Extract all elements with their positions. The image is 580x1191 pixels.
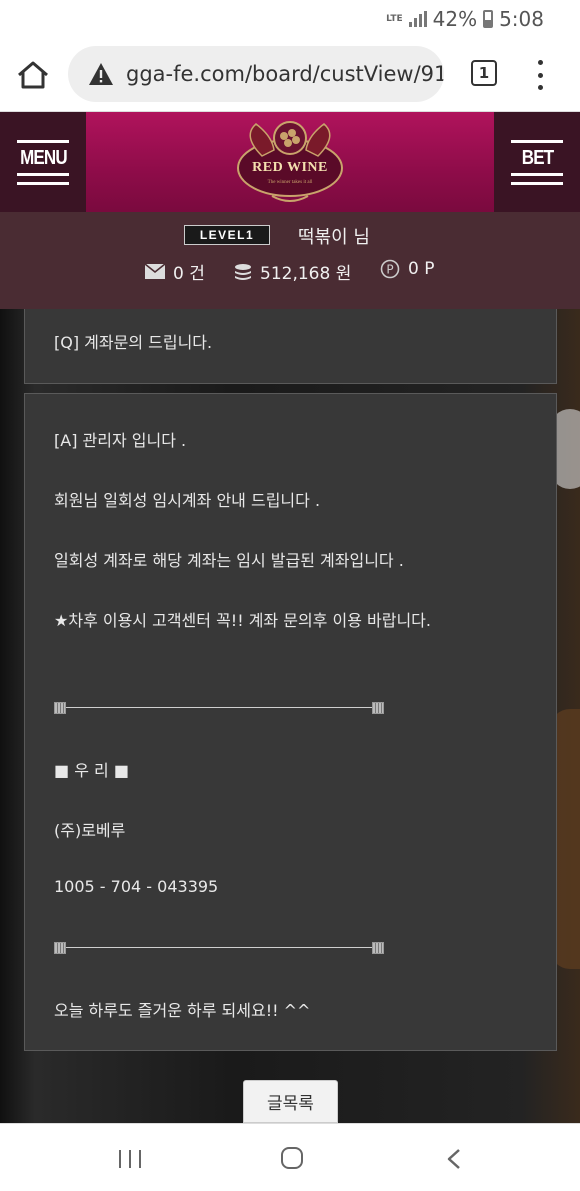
menu-label: MENU bbox=[19, 146, 68, 169]
signal-icon bbox=[408, 11, 427, 27]
status-indicators: LTE 42% 5:08 bbox=[386, 7, 544, 31]
level-badge: LEVEL1 bbox=[184, 225, 270, 245]
tab-switcher-button[interactable]: 1 bbox=[471, 60, 497, 86]
site-logo[interactable]: RED WINE The winner takes it all bbox=[232, 116, 348, 208]
divider bbox=[54, 942, 384, 954]
recent-apps-icon[interactable] bbox=[119, 1150, 141, 1168]
logo-text: RED WINE bbox=[252, 160, 328, 175]
menu-button[interactable]: MENU bbox=[0, 112, 86, 212]
point-stat: P 0 P bbox=[380, 259, 434, 279]
post-content-area: [Q] 계좌문의 드립니다. [A] 관리자 입니다 . 회원님 일회성 임시계… bbox=[0, 309, 580, 1123]
question-text: [Q] 계좌문의 드립니다. bbox=[54, 333, 213, 352]
answer-line: ■ 우 리 ■ bbox=[54, 761, 129, 780]
warning-icon[interactable] bbox=[88, 62, 114, 86]
url-text[interactable]: gga-fe.com/board/custView/91: bbox=[126, 62, 444, 86]
tab-count: 1 bbox=[478, 64, 490, 82]
user-stats: 0 건 512,168 원 P 0 P bbox=[0, 259, 580, 284]
bet-button[interactable]: BET bbox=[494, 112, 580, 212]
bet-label: BET bbox=[521, 146, 553, 169]
site-header: MENU RED WINE The winner takes it all BE… bbox=[0, 112, 580, 212]
clock: 5:08 bbox=[499, 7, 544, 31]
user-nickname: 떡볶이 님 bbox=[298, 227, 370, 248]
browser-toolbar: gga-fe.com/board/custView/91: 1 bbox=[0, 40, 580, 112]
answer-line: [A] 관리자 입니다 . bbox=[54, 431, 187, 450]
user-info-panel: LEVEL1 떡볶이 님 0 건 512,168 원 P 0 P bbox=[0, 212, 580, 309]
address-bar[interactable]: gga-fe.com/board/custView/91: bbox=[68, 46, 444, 102]
question-box: [Q] 계좌문의 드립니다. bbox=[24, 309, 557, 384]
home-nav-icon[interactable] bbox=[281, 1147, 303, 1169]
system-nav-bar bbox=[0, 1123, 580, 1191]
point-amount: 0 P bbox=[408, 259, 435, 279]
battery-icon bbox=[483, 10, 494, 28]
answer-line: 회원님 일회성 임시계좌 안내 드립니다 . bbox=[54, 491, 321, 510]
answer-line: 오늘 하루도 즐거운 하루 되세요!! ^^ bbox=[54, 1001, 311, 1020]
battery-percent: 42% bbox=[432, 7, 478, 31]
account-number: 1005 - 704 - 043395 bbox=[54, 877, 219, 896]
money-amount: 512,168 원 bbox=[260, 264, 352, 284]
money-stat: 512,168 원 bbox=[234, 259, 351, 284]
envelope-icon bbox=[145, 264, 165, 279]
home-icon[interactable] bbox=[16, 60, 50, 90]
status-bar: LTE 42% 5:08 bbox=[0, 0, 580, 40]
divider bbox=[54, 702, 384, 714]
answer-box: [A] 관리자 입니다 . 회원님 일회성 임시계좌 안내 드립니다 . 일회성… bbox=[24, 393, 557, 1051]
network-type: LTE bbox=[386, 13, 403, 24]
list-button[interactable]: 글목록 bbox=[243, 1080, 338, 1123]
back-icon[interactable] bbox=[446, 1148, 462, 1170]
answer-line: (주)로베루 bbox=[54, 821, 126, 840]
message-stat[interactable]: 0 건 bbox=[145, 259, 205, 284]
more-options-icon[interactable] bbox=[530, 60, 550, 90]
answer-line: ★차후 이용시 고객센터 꼭!! 계좌 문의후 이용 바랍니다. bbox=[54, 611, 431, 630]
logo-tagline: The winner takes it all bbox=[267, 180, 313, 185]
message-count: 0 건 bbox=[173, 264, 205, 284]
point-icon: P bbox=[380, 259, 400, 279]
svg-text:P: P bbox=[386, 263, 393, 277]
coins-icon bbox=[235, 263, 251, 280]
answer-line: 일회성 계좌로 해당 계좌는 임시 발급된 계좌입니다 . bbox=[54, 551, 404, 570]
